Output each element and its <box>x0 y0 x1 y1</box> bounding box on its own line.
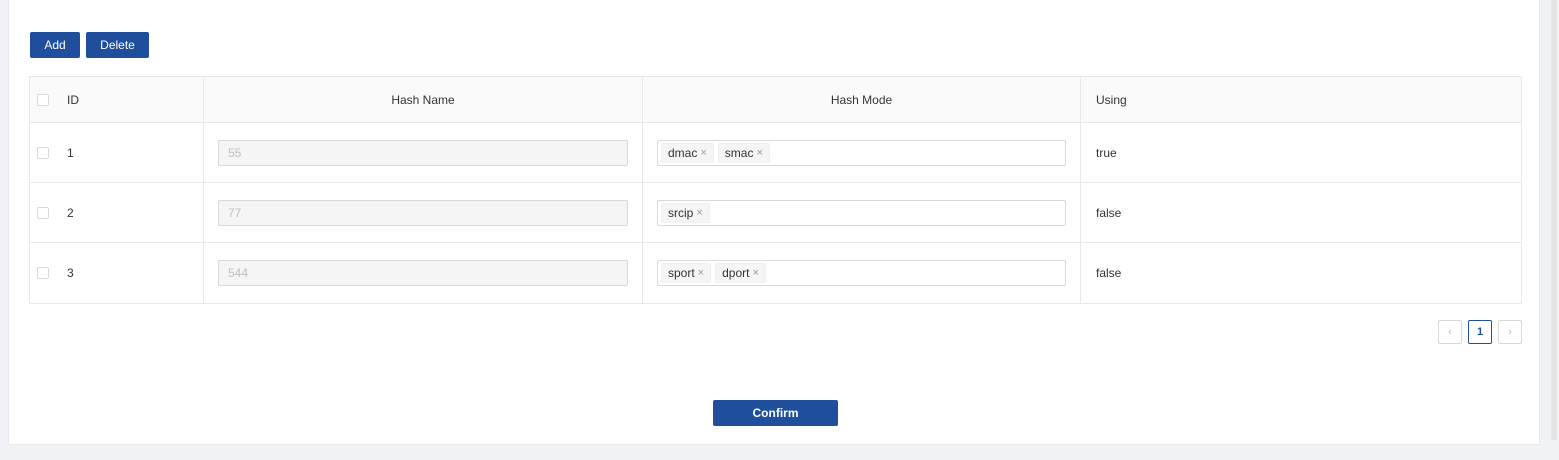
using-value: true <box>1096 145 1117 160</box>
header-hash-mode-cell: Hash Mode <box>643 77 1081 122</box>
hash-mode-select[interactable]: srcip × <box>657 199 1066 226</box>
header-id-cell: ID <box>30 77 204 122</box>
row-checkbox[interactable] <box>37 146 49 159</box>
using-value: false <box>1096 205 1122 220</box>
row-checkbox[interactable] <box>37 206 49 219</box>
add-button[interactable]: Add <box>30 32 80 58</box>
tag-remove-icon[interactable]: × <box>698 267 704 279</box>
hash-mode-cell: srcip × <box>643 183 1081 242</box>
hash-name-cell <box>204 123 643 182</box>
tag-remove-icon[interactable]: × <box>756 147 762 159</box>
table-header: ID Hash Name Hash Mode Using <box>30 77 1521 123</box>
select-all-checkbox[interactable] <box>37 93 49 106</box>
tag-remove-icon[interactable]: × <box>752 267 758 279</box>
using-value: false <box>1096 266 1122 280</box>
header-using: Using <box>1096 92 1127 107</box>
page-number-button[interactable]: 1 <box>1468 320 1492 344</box>
pagination: ‹ 1 › <box>1438 320 1522 344</box>
table-row: 3 sport× dport× false <box>30 243 1521 303</box>
main-panel: Add Delete ID Hash Name Hash Mode Using … <box>8 0 1540 445</box>
using-cell: false <box>1081 183 1521 242</box>
header-hash-name-cell: Hash Name <box>204 77 643 122</box>
hash-table: ID Hash Name Hash Mode Using 1 55 dmac ×… <box>29 76 1522 304</box>
header-hash-name: Hash Name <box>391 92 455 107</box>
id-cell: 3 <box>30 243 204 303</box>
id-cell: 2 <box>30 183 204 242</box>
hash-mode-select[interactable]: sport × dport × <box>657 260 1066 286</box>
header-hash-mode: Hash Mode <box>830 92 893 107</box>
table-row: 1 dmac× smac× true <box>30 123 1521 183</box>
mode-tag: smac × <box>717 142 770 163</box>
mode-tag-label: dmac <box>668 145 698 160</box>
next-page-icon[interactable]: › <box>1498 320 1522 344</box>
confirm-button[interactable]: Confirm <box>713 400 838 426</box>
using-cell: false <box>1081 243 1521 303</box>
table-row: 2 srcip× false <box>30 183 1521 243</box>
hash-name-input[interactable] <box>218 139 628 166</box>
header-id: ID <box>67 92 79 107</box>
using-cell: true <box>1081 123 1521 182</box>
tag-remove-icon[interactable]: × <box>700 147 706 159</box>
header-using-cell: Using <box>1081 77 1521 122</box>
hash-name-input[interactable] <box>218 199 628 226</box>
row-id: 2 <box>67 205 74 220</box>
hash-mode-cell: dmac × smac × <box>643 123 1081 182</box>
row-id: 3 <box>67 266 74 280</box>
hash-mode-cell: sport × dport × <box>643 243 1081 303</box>
delete-button[interactable]: Delete <box>86 32 149 58</box>
mode-tag-label: dport <box>722 266 750 280</box>
hash-name-cell <box>204 183 643 242</box>
row-id: 1 <box>67 145 74 160</box>
mode-tag: srcip × <box>661 202 710 223</box>
tag-remove-icon[interactable]: × <box>696 207 702 219</box>
mode-tag-label: sport <box>668 266 695 280</box>
hash-name-cell <box>204 243 643 303</box>
mode-tag-label: srcip <box>668 205 694 220</box>
mode-tag: sport × <box>661 263 712 283</box>
row-checkbox[interactable] <box>37 267 49 279</box>
mode-tag-label: smac <box>724 145 754 160</box>
mode-tag: dmac × <box>661 142 714 163</box>
scrollbar-thumb[interactable] <box>1551 0 1557 440</box>
mode-tag: dport × <box>715 263 766 283</box>
hash-name-input[interactable] <box>218 260 628 286</box>
hash-mode-select[interactable]: dmac × smac × <box>657 139 1066 166</box>
scrollbar[interactable] <box>1549 0 1559 460</box>
prev-page-icon[interactable]: ‹ <box>1438 320 1462 344</box>
id-cell: 1 <box>30 123 204 182</box>
